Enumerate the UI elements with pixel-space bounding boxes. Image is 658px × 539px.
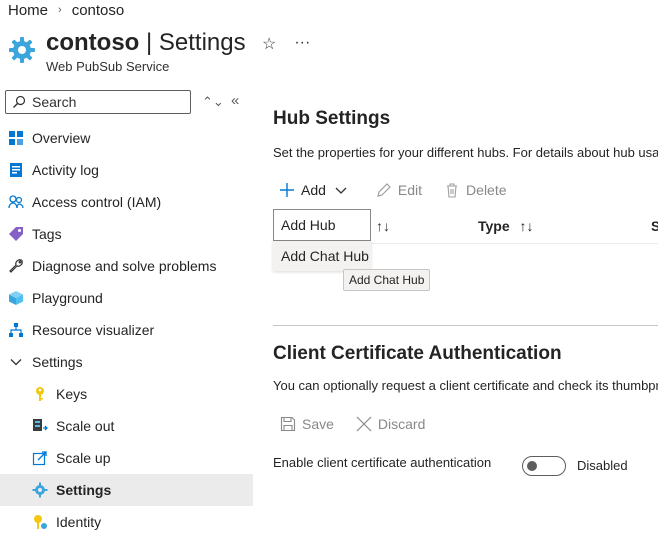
trash-icon xyxy=(447,183,458,198)
sidebar-group-settings[interactable]: Settings xyxy=(0,346,253,378)
client-cert-title: Client Certificate Authentication xyxy=(273,343,562,364)
star-icon[interactable]: ☆ xyxy=(262,34,276,54)
sidebar-item-tags[interactable]: Tags xyxy=(0,218,253,250)
hub-settings-title: Hub Settings xyxy=(273,108,391,129)
sort-icon[interactable]: ↑↓ xyxy=(520,218,534,234)
sort-icon[interactable]: ↑↓ xyxy=(376,218,390,234)
people-icon xyxy=(8,194,24,210)
sidebar: Overview Activity log Access control (IA… xyxy=(0,122,253,538)
sidebar-item-identity[interactable]: Identity xyxy=(0,506,253,538)
scale-up-icon xyxy=(32,450,48,466)
edit-button[interactable]: Edit xyxy=(376,182,422,198)
menu-item-add-chat-hub[interactable]: Add Chat Hub xyxy=(273,241,371,271)
column-header-type[interactable]: Type ↑↓ xyxy=(478,218,534,234)
section-divider xyxy=(273,325,658,326)
plus-icon xyxy=(280,183,294,197)
close-icon xyxy=(356,416,372,432)
client-cert-toggle-state: Disabled xyxy=(577,458,628,473)
delete-button[interactable]: Delete xyxy=(444,182,507,198)
more-icon[interactable]: ··· xyxy=(294,34,310,54)
gear-icon xyxy=(9,37,35,63)
scale-out-icon xyxy=(32,418,48,434)
sidebar-item-access-control[interactable]: Access control (IAM) xyxy=(0,186,253,218)
client-cert-toggle-label: Enable client certificate authentication xyxy=(273,455,492,470)
client-cert-description: You can optionally request a client cert… xyxy=(273,378,658,393)
page-title: contoso | Settings xyxy=(46,29,246,56)
sidebar-item-activity-log[interactable]: Activity log xyxy=(0,154,253,186)
tooltip: Add Chat Hub xyxy=(343,269,431,291)
column-header-partial[interactable]: S xyxy=(651,218,658,234)
breadcrumb-resource[interactable]: contoso xyxy=(72,2,125,19)
save-button[interactable]: Save xyxy=(280,416,334,432)
save-icon xyxy=(280,416,296,432)
page-subtitle: Web PubSub Service xyxy=(46,59,170,74)
updown-icon[interactable]: ⌃⌄ xyxy=(202,94,224,110)
activity-log-icon xyxy=(8,162,24,178)
client-cert-toolbar: Save Discard xyxy=(280,416,447,432)
add-button[interactable]: Add xyxy=(279,182,354,198)
hierarchy-icon xyxy=(8,322,24,338)
collapse-icon[interactable]: « xyxy=(231,92,239,109)
cube-icon xyxy=(8,290,24,306)
toggle-knob xyxy=(527,461,537,471)
chevron-right-icon: › xyxy=(58,4,62,16)
chevron-down-icon xyxy=(8,354,24,370)
sidebar-item-diagnose[interactable]: Diagnose and solve problems xyxy=(0,250,253,282)
client-cert-toggle[interactable] xyxy=(522,456,566,476)
hub-toolbar: Add Edit Delete xyxy=(279,182,529,198)
sidebar-item-keys[interactable]: Keys xyxy=(0,378,253,410)
sidebar-item-scale-up[interactable]: Scale up xyxy=(0,442,253,474)
gear-icon xyxy=(32,482,48,498)
hub-settings-description: Set the properties for your different hu… xyxy=(273,145,658,160)
overview-icon xyxy=(8,130,24,146)
sidebar-item-playground[interactable]: Playground xyxy=(0,282,253,314)
pencil-icon xyxy=(377,183,391,197)
sidebar-item-settings[interactable]: Settings xyxy=(0,474,253,506)
breadcrumb-home[interactable]: Home xyxy=(8,2,48,19)
sidebar-item-resource-visualizer[interactable]: Resource visualizer xyxy=(0,314,253,346)
chevron-down-icon xyxy=(335,187,347,194)
breadcrumb: Home › contoso xyxy=(8,0,124,20)
search-box[interactable] xyxy=(5,90,191,114)
search-icon xyxy=(13,95,26,108)
key-icon xyxy=(32,386,48,402)
sidebar-item-scale-out[interactable]: Scale out xyxy=(0,410,253,442)
tag-icon xyxy=(8,226,24,242)
search-input[interactable] xyxy=(32,94,182,110)
wrench-icon xyxy=(8,258,24,274)
sidebar-item-overview[interactable]: Overview xyxy=(0,122,253,154)
discard-button[interactable]: Discard xyxy=(356,416,425,432)
menu-item-add-hub[interactable]: Add Hub xyxy=(273,209,371,241)
identity-icon xyxy=(32,514,48,530)
